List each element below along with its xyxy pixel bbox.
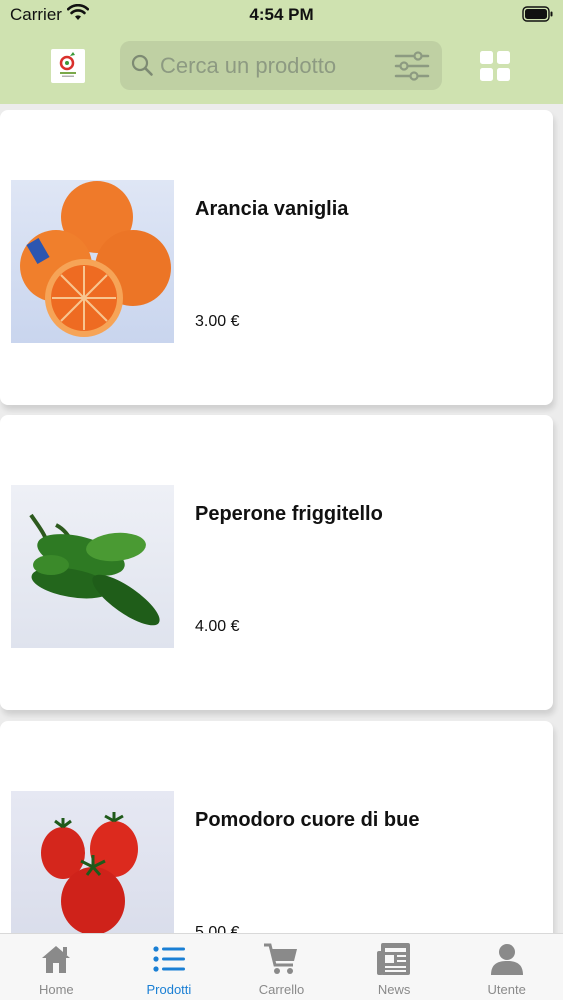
logo-icon (59, 52, 76, 77)
battery-icon (522, 6, 553, 22)
product-name: Pomodoro cuore di bue (195, 809, 420, 831)
tab-bar: Home Prodotti Carrello News Utente (0, 933, 563, 1000)
product-image-orange (11, 180, 174, 343)
status-bar: Carrier 4:54 PM (0, 0, 563, 30)
tab-utente[interactable]: Utente (450, 934, 563, 1000)
product-price: 5.00 € (195, 924, 240, 933)
newspaper-icon (377, 943, 411, 975)
tab-label: Utente (487, 982, 526, 997)
product-price: 3.00 € (195, 313, 240, 330)
home-icon (42, 946, 71, 973)
clock: 4:54 PM (249, 5, 314, 24)
product-price: 4.00 € (195, 618, 240, 635)
product-name: Peperone friggitello (195, 503, 383, 525)
tab-news[interactable]: News (338, 934, 451, 1000)
user-icon (490, 944, 523, 975)
product-image-pepper (11, 485, 174, 648)
grid-view-icon[interactable] (479, 50, 511, 82)
product-list[interactable]: Arancia vaniglia 3.00 € Peperone friggit… (0, 104, 563, 933)
tomato-icon (41, 812, 138, 933)
orange-icon (20, 181, 171, 337)
search-input[interactable] (160, 47, 390, 84)
product-image-tomato (11, 791, 174, 933)
app-logo[interactable] (51, 49, 85, 83)
pepper-icon (29, 513, 160, 626)
filter-icon[interactable] (394, 50, 430, 82)
cart-icon (264, 943, 298, 974)
product-name: Arancia vaniglia (195, 198, 349, 220)
tab-label: Prodotti (146, 982, 192, 997)
tab-home[interactable]: Home (0, 934, 113, 1000)
product-card[interactable]: Pomodoro cuore di bue 5.00 € (0, 721, 553, 933)
list-icon (153, 946, 185, 972)
product-card[interactable]: Peperone friggitello 4.00 € (0, 415, 553, 710)
top-bar: Carrier 4:54 PM (0, 0, 563, 104)
search-icon (131, 54, 153, 76)
search-bar[interactable] (120, 41, 442, 90)
tab-label: Home (38, 982, 74, 997)
tab-label: Carrello (258, 982, 305, 997)
tab-prodotti[interactable]: Prodotti (113, 934, 226, 1000)
product-card[interactable]: Arancia vaniglia 3.00 € (0, 110, 553, 405)
tab-carrello[interactable]: Carrello (225, 934, 338, 1000)
tab-label: News (377, 982, 411, 997)
